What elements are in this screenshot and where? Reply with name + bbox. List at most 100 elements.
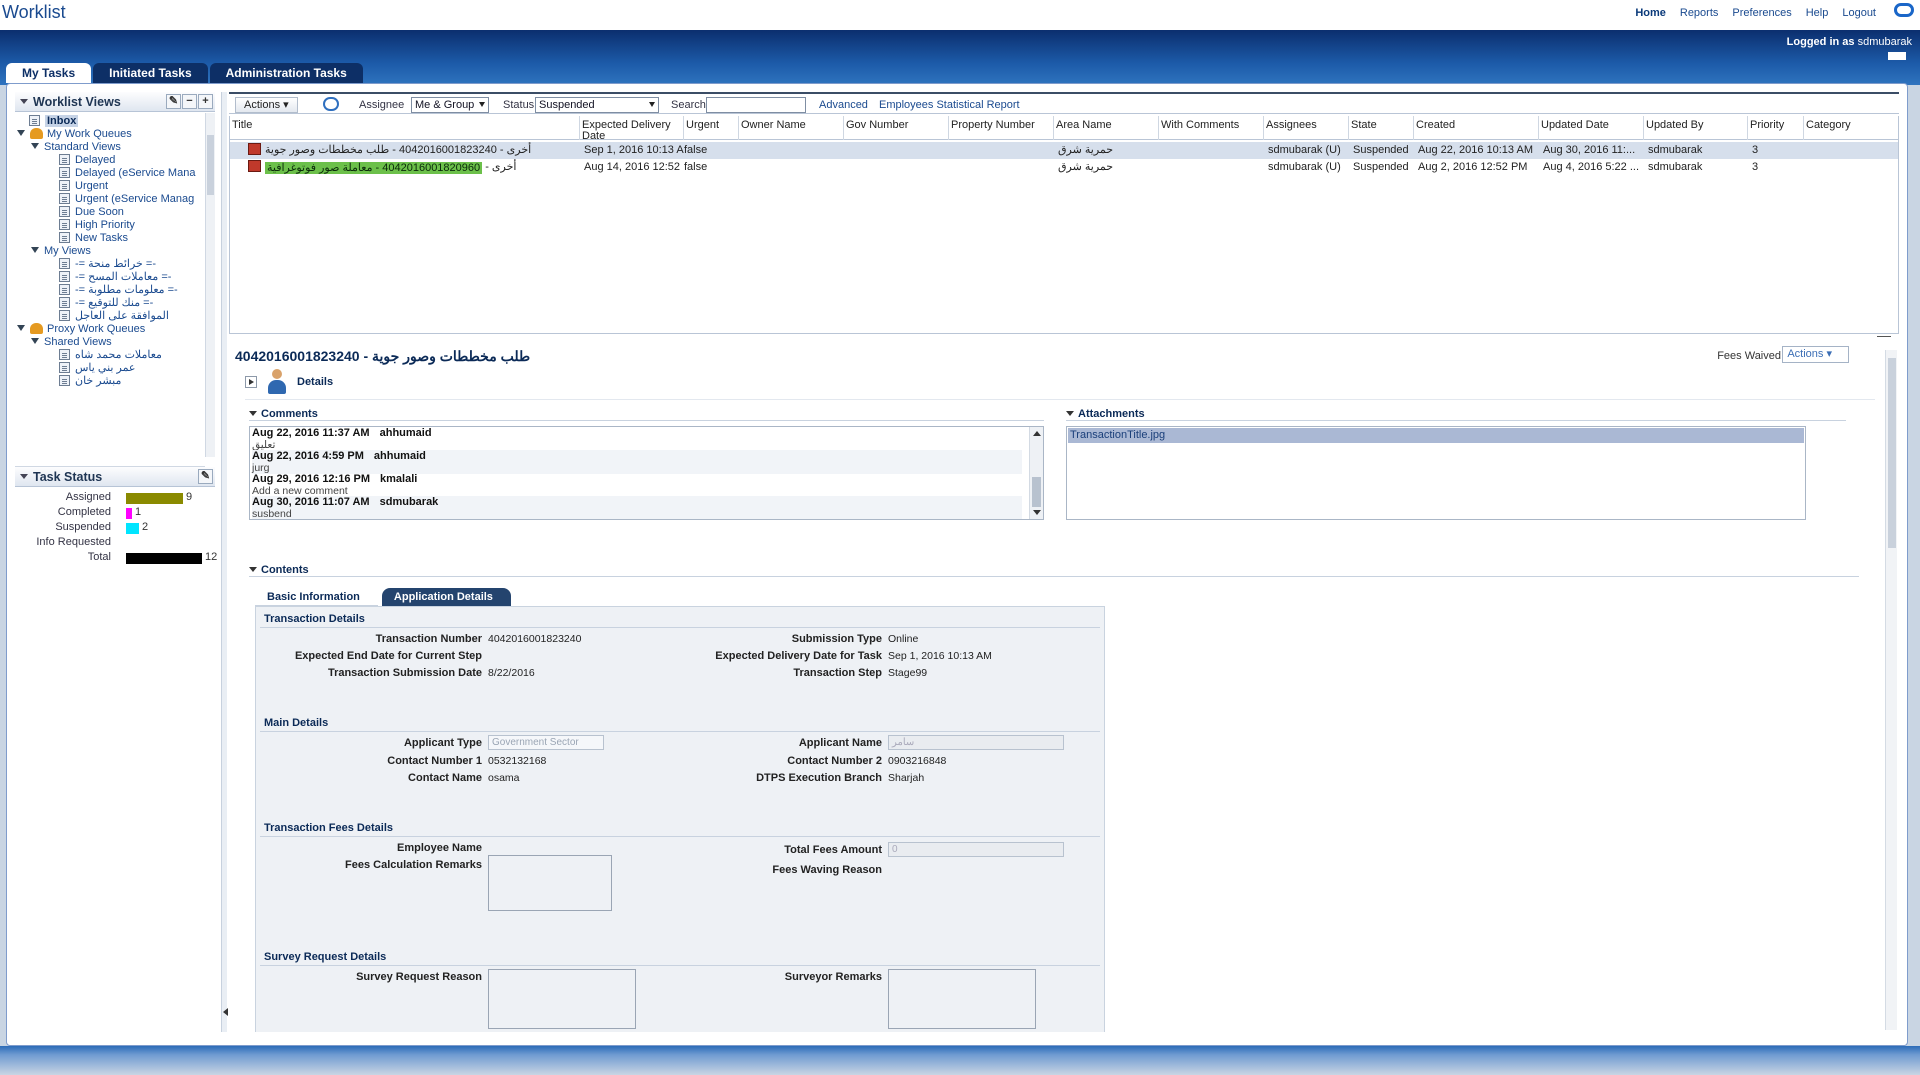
title-text: 4042016001823240 - طلب مخططات وصور جوية (265, 144, 497, 156)
expand-details-icon[interactable] (245, 376, 257, 388)
applicant-name-input[interactable]: سامر (888, 735, 1064, 750)
collapse-toggle-icon[interactable] (1066, 411, 1074, 417)
edit-chart-icon[interactable]: ✎ (198, 469, 213, 484)
contents-header[interactable]: Contents (249, 564, 1859, 577)
collapse-header-icon[interactable] (1888, 52, 1906, 60)
collapse-toggle-icon[interactable] (20, 99, 28, 105)
employees-statistical-report-link[interactable]: Employees Statistical Report (879, 97, 1020, 113)
priority-cell: 3 (1752, 161, 1759, 173)
home-link[interactable]: Home (1635, 7, 1666, 19)
fees-calc-remarks-textarea[interactable] (488, 855, 612, 911)
dtps-branch-value: Sharjah (888, 772, 925, 784)
main-details-header: Main Details (260, 717, 1100, 732)
task-status-bar[interactable] (126, 508, 132, 519)
comment-user: kmalali (380, 473, 418, 485)
comment-item: Aug 29, 2016 12:16 PM kmalali Add a new c… (252, 473, 1022, 497)
tab-my-tasks[interactable]: My Tasks (6, 63, 92, 83)
actions-menu-button[interactable]: Actions ▾ (235, 97, 298, 113)
collapse-toggle-icon[interactable] (249, 411, 257, 417)
detail-actions-button[interactable]: Actions ▾ (1782, 346, 1849, 363)
comments-scrollbar[interactable] (1029, 427, 1043, 519)
task-status-row[interactable]: Completed 1 (15, 506, 215, 520)
tab-basic-information[interactable]: Basic Information (255, 588, 378, 606)
survey-reason-textarea[interactable] (488, 969, 636, 1029)
reports-link[interactable]: Reports (1680, 7, 1719, 19)
expected-delivery-label: Expected Delivery Date for Task (715, 650, 882, 662)
column-header-gov-number[interactable]: Gov Number (844, 116, 949, 140)
column-header-state[interactable]: State (1349, 116, 1414, 140)
task-status-bar[interactable] (126, 493, 183, 504)
advanced-search-link[interactable]: Advanced (819, 97, 868, 113)
surveyor-remarks-textarea[interactable] (888, 969, 1036, 1029)
task-status-bar[interactable] (126, 553, 202, 564)
tab-application-details[interactable]: Application Details (381, 588, 511, 606)
scroll-down-icon[interactable] (1033, 510, 1041, 515)
collapse-toggle-icon[interactable] (20, 474, 28, 480)
collapse-detail-icon[interactable] (1877, 336, 1891, 344)
scroll-thumb[interactable] (1032, 477, 1041, 507)
task-status-header: Task Status ✎ (15, 467, 215, 487)
logged-in-status: Logged in as sdmubarak (1787, 36, 1912, 48)
panel-splitter[interactable] (221, 92, 228, 1032)
row-title-cell[interactable]: أخرى - 4042016001820960 - معاملة صور فوت… (244, 159, 580, 176)
column-header-assignees[interactable]: Assignees (1264, 116, 1349, 140)
task-status-row[interactable]: Total 12 (15, 551, 218, 565)
task-status-row[interactable]: Suspended 2 (15, 521, 215, 535)
task-status-count: 12 (205, 551, 218, 563)
fees-waiving-reason-label: Fees Waving Reason (772, 864, 882, 876)
attachment-link[interactable]: TransactionTitle.jpg (1068, 428, 1804, 443)
remove-view-icon[interactable]: − (182, 94, 197, 109)
column-header-owner-name[interactable]: Owner Name (739, 116, 844, 140)
task-status-bar[interactable] (126, 523, 139, 534)
refresh-icon[interactable] (323, 97, 339, 111)
expected-end-date-label: Expected End Date for Current Step (294, 650, 482, 662)
scroll-thumb[interactable] (1888, 358, 1896, 548)
created-cell: Aug 2, 2016 12:52 PM (1418, 161, 1528, 173)
dtps-branch-label: DTPS Execution Branch (756, 772, 882, 784)
search-input[interactable] (706, 97, 806, 113)
column-header-created[interactable]: Created (1414, 116, 1539, 140)
edit-view-icon[interactable]: ✎ (166, 94, 181, 109)
updated-by-cell: sdmubarak (1648, 161, 1703, 173)
table-row[interactable]: أخرى - 4042016001820960 - معاملة صور فوت… (230, 159, 1898, 176)
transaction-step-label: Transaction Step (793, 667, 882, 679)
scroll-thumb[interactable] (207, 135, 214, 195)
app-title: Worklist (2, 2, 66, 22)
applicant-type-select[interactable]: Government Sector (488, 735, 604, 750)
total-fees-input[interactable]: 0 (888, 842, 1064, 857)
column-header-urgent[interactable]: Urgent (684, 116, 739, 140)
tab-administration-tasks[interactable]: Administration Tasks (209, 63, 363, 83)
collapse-panel-icon[interactable] (223, 1008, 228, 1016)
assignee-select[interactable]: Me & Group (411, 97, 489, 113)
column-header-title[interactable]: Title (230, 116, 580, 140)
task-status-count: 1 (135, 506, 142, 518)
task-status-row[interactable]: Info Requested (15, 536, 215, 550)
logout-link[interactable]: Logout (1842, 7, 1876, 19)
attachments-header[interactable]: Attachments (1066, 408, 1846, 421)
column-header-updated-by[interactable]: Updated By (1644, 116, 1748, 140)
detail-vertical-scrollbar[interactable] (1885, 350, 1897, 1030)
column-header-expected-delivery[interactable]: Expected Delivery Date (580, 116, 684, 142)
comments-header[interactable]: Comments (249, 408, 1044, 421)
column-header-property-number[interactable]: Property Number (949, 116, 1054, 140)
contact-number-2-label: Contact Number 2 (787, 755, 882, 767)
assignee-label: Assignee (359, 99, 405, 111)
add-view-icon[interactable]: + (198, 94, 213, 109)
collapse-toggle-icon[interactable] (249, 567, 257, 573)
tab-initiated-tasks[interactable]: Initiated Tasks (93, 63, 208, 83)
row-title-cell[interactable]: أخرى - 4042016001823240 - طلب مخططات وصو… (244, 142, 580, 159)
priority-cell: 3 (1752, 144, 1759, 156)
task-status-row[interactable]: Assigned 9 (15, 491, 215, 505)
help-link[interactable]: Help (1806, 7, 1829, 19)
column-header-area-name[interactable]: Area Name (1054, 116, 1159, 140)
tree-vertical-scrollbar[interactable] (205, 113, 215, 457)
column-header-category[interactable]: Category (1804, 116, 1898, 140)
column-header-updated-date[interactable]: Updated Date (1539, 116, 1644, 140)
task-status-count: 9 (186, 491, 193, 503)
column-header-priority[interactable]: Priority (1748, 116, 1804, 140)
status-select[interactable]: Suspended (535, 97, 659, 113)
preferences-link[interactable]: Preferences (1732, 7, 1791, 19)
table-row[interactable]: أخرى - 4042016001823240 - طلب مخططات وصو… (230, 142, 1898, 159)
scroll-up-icon[interactable] (1033, 431, 1041, 436)
column-header-with-comments[interactable]: With Comments (1159, 116, 1264, 140)
